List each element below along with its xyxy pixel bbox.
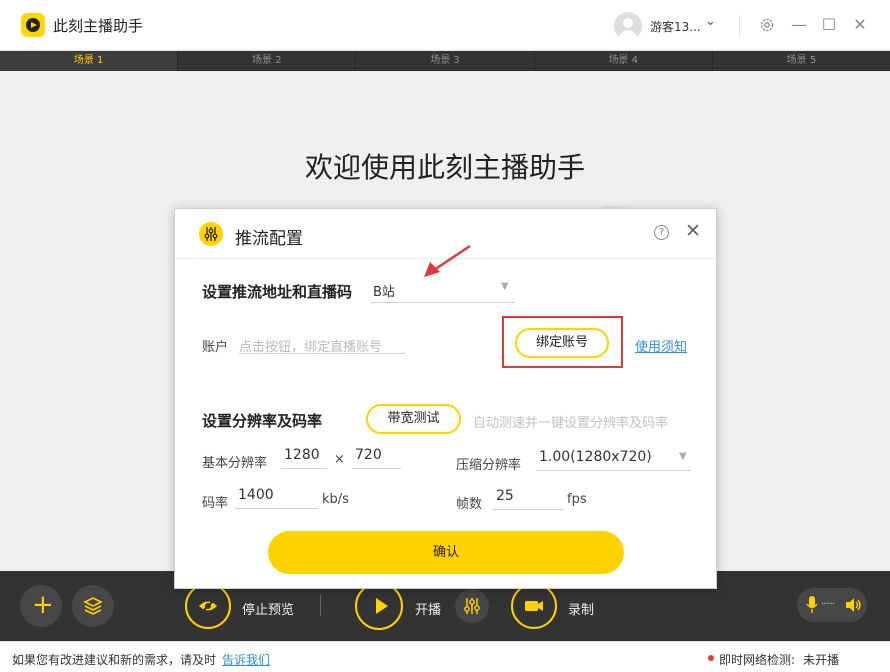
window-close-icon[interactable]: ✕ [847,12,873,38]
bitrate-label: 码率 [202,496,229,511]
network-check-value: 未开播 [803,653,840,667]
dropdown-caret-icon: ▼ [679,451,687,462]
resolution-section-title: 设置分辨率及码率 [202,412,323,430]
start-live-label: 开播 [415,603,442,618]
fps-input[interactable]: 25 [493,488,563,510]
user-name[interactable]: 游客13... [650,18,701,35]
stop-preview-label: 停止预览 [242,603,295,618]
stream-address-section-title: 设置推流地址和直播码 [202,283,353,301]
bitrate-unit: kb/s [322,492,349,507]
speaker-icon[interactable] [844,596,862,614]
scene-tab-1[interactable]: 场景 1 [0,51,179,71]
layers-button[interactable] [72,585,114,627]
close-icon[interactable]: ✕ [685,220,701,242]
eye-off-icon [199,598,217,614]
base-resolution-height-input[interactable]: 720 [352,447,401,469]
app-title: 此刻主播助手 [53,17,144,35]
status-bar: 如果您有改进建议和新的需求，请及时 告诉我们 即时网络检测: 未开播 [0,641,890,672]
feedback-text: 如果您有改进建议和新的需求，请及时 [12,653,217,667]
bitrate-input[interactable]: 1400 [235,487,318,509]
play-icon [376,598,388,614]
base-resolution-label: 基本分辨率 [202,456,268,471]
bind-account-button[interactable]: 绑定账号 [515,328,609,358]
sliders-icon [464,598,480,614]
dialog-title: 推流配置 [235,229,303,249]
plus-icon: + [32,590,54,620]
network-status-dot [708,655,714,661]
bottom-divider [320,594,321,616]
compress-resolution-label: 压缩分辨率 [456,458,522,473]
microphone-icon[interactable] [805,595,819,615]
fps-unit: fps [567,492,587,507]
volume-dots: ...... [821,596,835,607]
platform-select[interactable]: B站 ▼ [371,279,515,303]
camera-icon [525,601,543,611]
settings-gear-icon[interactable] [754,12,780,38]
usage-notice-link[interactable]: 使用须知 [635,336,687,355]
bandwidth-test-button[interactable]: 带宽测试 [366,404,461,434]
welcome-heading: 欢迎使用此刻主播助手 [304,151,585,184]
compress-resolution-select[interactable]: 1.00(1280x720) ▼ [536,449,691,471]
account-label: 账户 [202,340,229,355]
maximize-icon[interactable]: ☐ [816,12,842,38]
stream-config-dialog: 推流配置 ? ✕ 设置推流地址和直播码 B站 ▼ 账户 点击按钮，绑定直播账号 … [174,208,717,589]
layers-icon [83,597,103,615]
auto-config-hint: 自动测速并一键设置分辨率及码率 [473,416,669,431]
fps-label: 帧数 [456,497,483,512]
chevron-down-icon[interactable]: ⌄ [705,14,716,29]
scene-tab-5[interactable]: 场景 5 [713,51,890,71]
user-avatar[interactable] [614,12,642,40]
title-divider [739,15,740,37]
scene-tab-2[interactable]: 场景 2 [178,51,357,71]
stream-settings-button[interactable] [455,589,489,623]
start-live-button[interactable] [355,582,403,630]
sliders-icon [199,222,223,246]
title-bar: 此刻主播助手 游客13... ⌄ — ☐ ✕ [0,0,890,51]
minimize-icon[interactable]: — [786,12,812,38]
confirm-button[interactable]: 确认 [268,531,624,574]
base-resolution-width-input[interactable]: 1280 [281,447,327,469]
platform-select-value: B站 [373,285,395,300]
scene-tab-4[interactable]: 场景 4 [535,51,713,71]
feedback-link[interactable]: 告诉我们 [222,651,270,668]
add-source-button[interactable]: + [20,585,62,627]
record-label: 录制 [568,603,595,618]
compress-resolution-value: 1.00(1280x720) [539,449,652,465]
network-check-label: 即时网络检测: [719,653,796,667]
app-logo-icon [21,13,45,37]
dropdown-caret-icon: ▼ [501,281,509,292]
scene-tabs: 场景 1 场景 2 场景 3 场景 4 场景 5 [0,51,890,71]
annotation-arrow [424,244,471,277]
help-icon[interactable]: ? [654,225,669,240]
audio-control[interactable]: ...... [797,588,867,622]
record-button[interactable] [511,583,557,629]
stop-preview-button[interactable] [185,583,231,629]
account-input[interactable]: 点击按钮，绑定直播账号 [239,336,405,355]
scene-tab-3[interactable]: 场景 3 [356,51,535,71]
resolution-separator: × [334,452,345,467]
